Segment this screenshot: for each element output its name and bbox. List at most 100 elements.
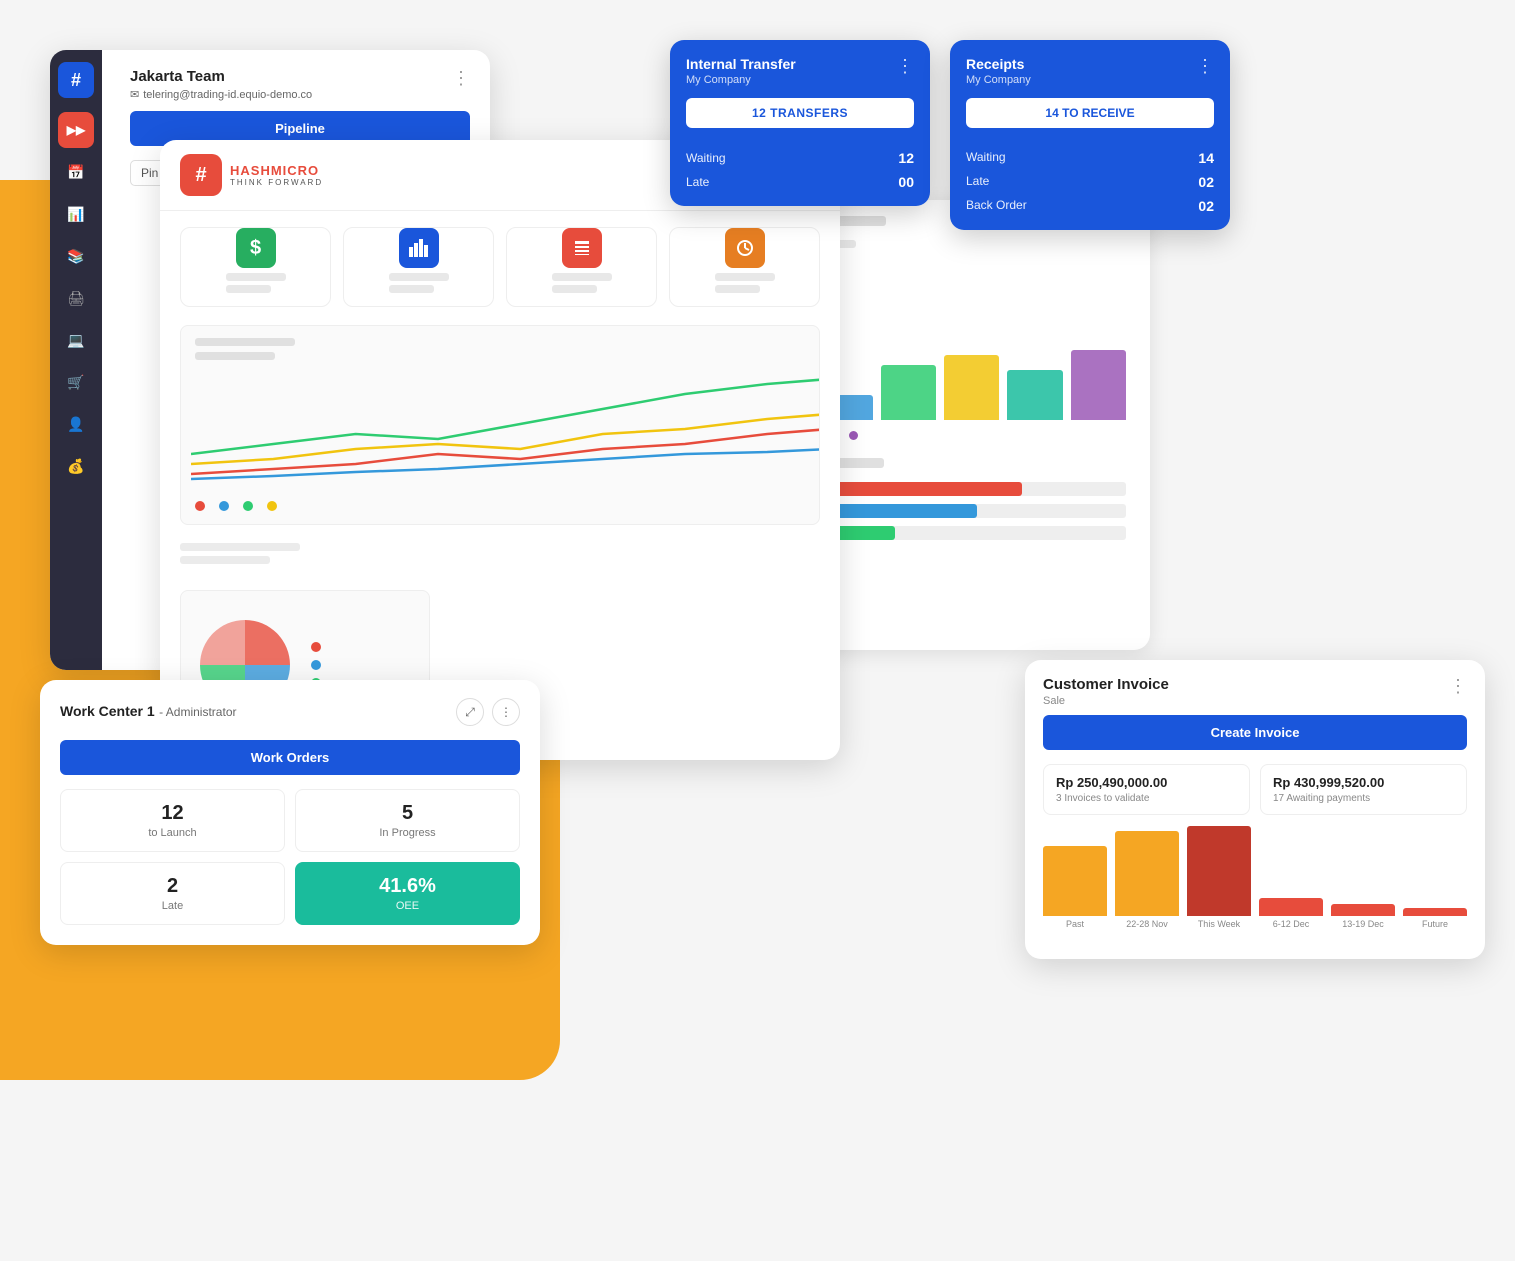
bar-chart-icon <box>399 228 439 268</box>
inventory-icon <box>562 228 602 268</box>
workcenter-stats-grid: 12 to Launch 5 In Progress 2 Late 41.6% … <box>60 789 520 925</box>
transfer-title: Internal Transfer <box>686 56 796 72</box>
receipts-menu-icon[interactable]: ⋮ <box>1196 56 1214 86</box>
hm-main-text: HASHMICRO <box>230 163 323 178</box>
workcenter-menu-icon[interactable]: ⋮ <box>492 698 520 726</box>
invoice-amount-1: Rp 250,490,000.00 3 Invoices to validate <box>1043 764 1250 815</box>
transfer-late-label: Late <box>686 175 709 189</box>
create-invoice-button[interactable]: Create Invoice <box>1043 715 1467 750</box>
receipts-subtitle: My Company <box>966 74 1031 86</box>
workcenter-separator: - <box>159 705 166 719</box>
receipts-card: Receipts My Company ⋮ 14 TO RECEIVE Wait… <box>950 40 1230 230</box>
nav-item-fast-forward[interactable]: ▶▶ <box>58 112 94 148</box>
invoice-bar-chart: Past 22-28 Nov This Week 6-12 Dec 13-19 … <box>1025 829 1485 959</box>
invoice-amounts: Rp 250,490,000.00 3 Invoices to validate… <box>1043 764 1467 815</box>
erp-widgets: $ <box>160 211 840 317</box>
workcenter-stat-progress: 5 In Progress <box>295 789 520 852</box>
transfers-button[interactable]: 12 TRANSFERS <box>686 98 914 128</box>
line-chart-section <box>180 325 820 525</box>
receipts-waiting-row: Waiting 14 <box>966 150 1214 166</box>
jakarta-subtitle: ✉ telering@trading-id.equio-demo.co <box>130 88 312 101</box>
inv-bar-past: Past <box>1043 846 1107 929</box>
workcenter-stat-late: 2 Late <box>60 862 285 925</box>
receipts-stats: Waiting 14 Late 02 Back Order 02 <box>950 140 1230 230</box>
invoice-amount-1-label: 3 Invoices to validate <box>1056 793 1237 804</box>
erp-content-lines <box>160 533 840 574</box>
erp-dashboard-card: # HASHMICRO THINK FORWARD ☰ ERP Dashboar… <box>160 140 840 760</box>
nav-item-money[interactable]: 💰 <box>58 448 94 484</box>
jakarta-menu-icon[interactable]: ⋮ <box>452 68 470 89</box>
nav-item-books[interactable]: 📚 <box>58 238 94 274</box>
widget-orders[interactable] <box>669 227 820 307</box>
workcenter-title: Work Center 1 <box>60 703 155 719</box>
stat-progress-label: In Progress <box>310 827 505 839</box>
stat-late-num: 2 <box>75 875 270 898</box>
hm-hash: # <box>195 164 206 187</box>
hm-sub-text: THINK FORWARD <box>230 178 323 187</box>
invoice-amount-2: Rp 430,999,520.00 17 Awaiting payments <box>1260 764 1467 815</box>
invoice-subtitle: Sale <box>1043 695 1169 707</box>
nav-item-calendar[interactable]: 📅 <box>58 154 94 190</box>
receipts-late-row: Late 02 <box>966 174 1214 190</box>
workcenter-card: Work Center 1 - Administrator ⤢ ⋮ Work O… <box>40 680 540 945</box>
transfer-waiting-label: Waiting <box>686 151 726 165</box>
transfer-late-row: Late 00 <box>686 174 914 190</box>
invoice-amount-2-label: 17 Awaiting payments <box>1273 793 1454 804</box>
sidebar-nav: # ▶▶ 📅 📊 📚 🖨 💻 🛒 👤 💰 <box>50 50 102 670</box>
transfer-header: Internal Transfer My Company ⋮ <box>670 40 930 98</box>
nav-item-chart[interactable]: 📊 <box>58 196 94 232</box>
stat-oee-num: 41.6% <box>310 875 505 898</box>
stat-launch-num: 12 <box>75 802 270 825</box>
dollar-icon: $ <box>236 228 276 268</box>
logo-hash: # <box>71 70 81 91</box>
widget-sales[interactable]: $ <box>180 227 331 307</box>
invoice-bars-container: Past 22-28 Nov This Week 6-12 Dec 13-19 … <box>1043 829 1467 929</box>
workcenter-header: Work Center 1 - Administrator ⤢ ⋮ <box>60 698 520 726</box>
receipts-backorder-value: 02 <box>1198 198 1214 214</box>
stat-late-label: Late <box>75 900 270 912</box>
stat-oee-label: OEE <box>310 900 505 912</box>
inv-bar-future: Future <box>1403 908 1467 929</box>
nav-item-printer[interactable]: 🖨 <box>58 280 94 316</box>
transfer-stats: Waiting 12 Late 00 <box>670 140 930 206</box>
hashmicro-logo: # HASHMICRO THINK FORWARD <box>180 154 323 196</box>
workcenter-stat-oee: 41.6% OEE <box>295 862 520 925</box>
orders-icon <box>725 228 765 268</box>
jakarta-title: Jakarta Team <box>130 68 312 85</box>
invoice-amount-1-value: Rp 250,490,000.00 <box>1056 775 1237 790</box>
transfer-menu-icon[interactable]: ⋮ <box>896 56 914 77</box>
jakarta-header: Jakarta Team ✉ telering@trading-id.equio… <box>110 50 490 111</box>
receipts-waiting-value: 14 <box>1198 150 1214 166</box>
nav-logo: # <box>58 62 94 98</box>
transfer-waiting-row: Waiting 12 <box>686 150 914 166</box>
nav-item-user[interactable]: 👤 <box>58 406 94 442</box>
transfer-subtitle: My Company <box>686 74 796 86</box>
workcenter-stat-launch: 12 to Launch <box>60 789 285 852</box>
receipts-title: Receipts <box>966 56 1031 72</box>
invoice-amount-2-value: Rp 430,999,520.00 <box>1273 775 1454 790</box>
inv-bar-13-19dec: 13-19 Dec <box>1331 904 1395 929</box>
workcenter-expand-icon[interactable]: ⤢ <box>456 698 484 726</box>
receipts-late-label: Late <box>966 174 989 190</box>
invoice-title: Customer Invoice <box>1043 676 1169 693</box>
stat-launch-label: to Launch <box>75 827 270 839</box>
nav-item-monitor[interactable]: 💻 <box>58 322 94 358</box>
widget-analytics[interactable] <box>343 227 494 307</box>
transfer-late-value: 00 <box>898 174 914 190</box>
receipts-backorder-label: Back Order <box>966 198 1027 214</box>
receipts-header: Receipts My Company ⋮ <box>950 40 1230 98</box>
work-orders-button[interactable]: Work Orders <box>60 740 520 775</box>
widget-inventory[interactable] <box>506 227 657 307</box>
receipts-waiting-label: Waiting <box>966 150 1006 166</box>
inv-bar-nov: 22-28 Nov <box>1115 831 1179 929</box>
receipts-late-value: 02 <box>1198 174 1214 190</box>
invoice-menu-icon[interactable]: ⋮ <box>1449 676 1467 707</box>
workcenter-admin: Administrator <box>166 705 237 719</box>
nav-item-cart[interactable]: 🛒 <box>58 364 94 400</box>
line-chart-svg <box>191 364 820 494</box>
line-chart-legend <box>195 498 277 516</box>
hm-text: HASHMICRO THINK FORWARD <box>230 163 323 187</box>
invoice-card: Customer Invoice Sale ⋮ Create Invoice R… <box>1025 660 1485 959</box>
workcenter-icons: ⤢ ⋮ <box>456 698 520 726</box>
receive-button[interactable]: 14 TO RECEIVE <box>966 98 1214 128</box>
